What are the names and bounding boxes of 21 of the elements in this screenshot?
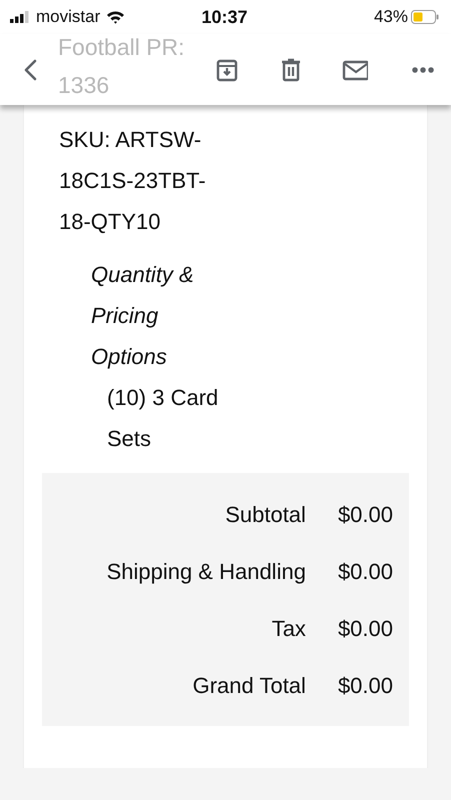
faded-title: Football PR: bbox=[58, 34, 186, 61]
signal-icon bbox=[10, 11, 30, 23]
sku-text: SKU: ARTSW-18C1S-23TBT-18-QTY10 bbox=[59, 126, 207, 236]
total-value: $0.00 bbox=[338, 672, 393, 700]
option-label: Quantity & Pricing Options bbox=[91, 261, 195, 371]
total-value: $0.00 bbox=[338, 558, 393, 586]
total-value: $0.00 bbox=[338, 501, 393, 529]
total-label: Tax bbox=[270, 615, 306, 643]
battery-icon bbox=[411, 10, 439, 24]
total-label: Subtotal bbox=[224, 501, 306, 529]
total-label: Grand Total bbox=[192, 672, 306, 700]
battery-percent: 43% bbox=[374, 7, 408, 27]
more-button[interactable] bbox=[412, 66, 434, 72]
wifi-icon bbox=[106, 10, 126, 24]
clock-time: 10:37 bbox=[201, 6, 248, 28]
total-value: $0.00 bbox=[338, 615, 393, 643]
carrier-name: movistar bbox=[36, 7, 100, 27]
faded-title: 1336 bbox=[58, 72, 110, 99]
more-icon bbox=[412, 66, 434, 72]
total-label: Shipping & Handling bbox=[106, 558, 306, 586]
option-value: (10) 3 Card Sets bbox=[107, 384, 220, 453]
